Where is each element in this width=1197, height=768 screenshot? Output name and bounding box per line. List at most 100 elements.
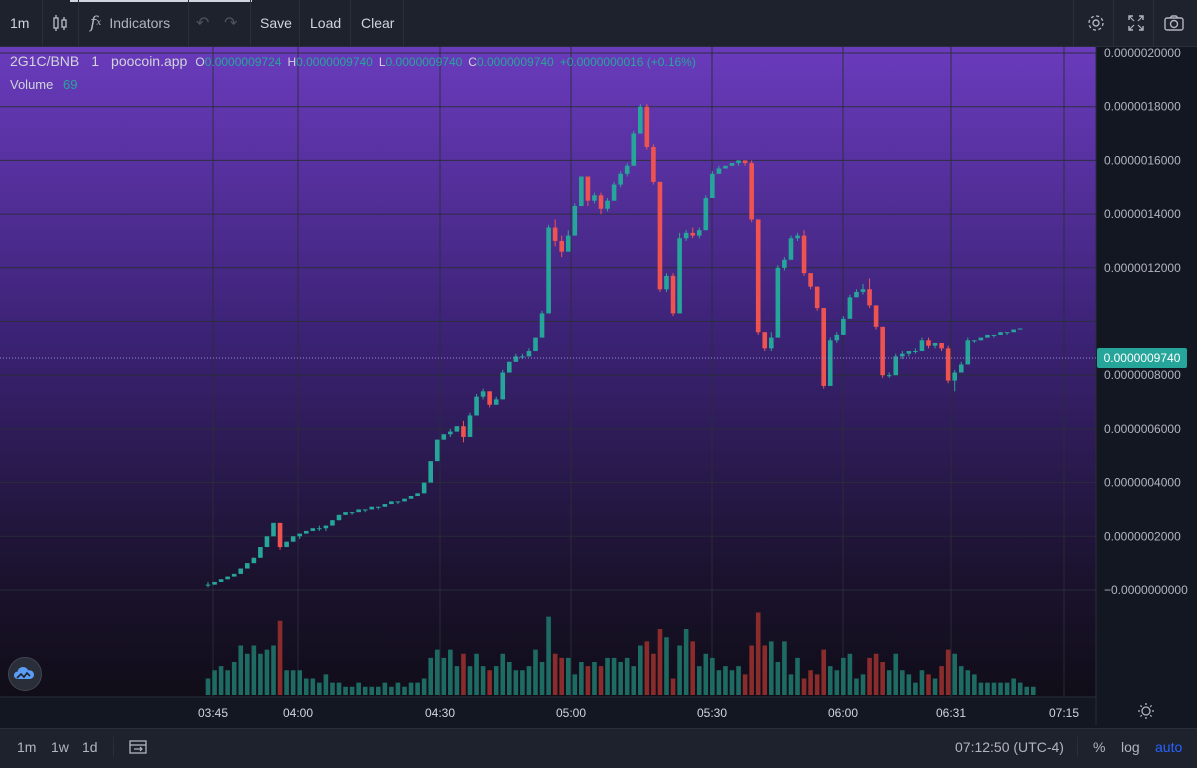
volume-bar	[618, 662, 623, 695]
chart-type-button[interactable]	[50, 0, 70, 46]
ohlc-values: O 0.0000009724 H 0.0000009740 L 0.000000…	[195, 55, 696, 69]
volume-bar	[716, 670, 722, 695]
symbol-name[interactable]: 2G1C/BNB	[10, 53, 79, 69]
volume-bar	[362, 686, 368, 695]
candle	[893, 353, 899, 376]
candle-body	[749, 163, 754, 220]
open-label: O	[195, 55, 205, 69]
clear-button[interactable]: Clear	[361, 0, 394, 46]
candle	[454, 426, 460, 432]
candle-body	[906, 351, 912, 354]
candle-body	[644, 106, 650, 147]
candle	[841, 316, 846, 335]
volume-bar	[539, 662, 545, 695]
candle-body	[238, 568, 244, 574]
candle	[703, 195, 709, 231]
time-tick-label: 03:45	[198, 706, 228, 720]
candle-body	[323, 525, 329, 529]
price-tick-label: 0.0000014000	[1104, 207, 1181, 221]
candle	[572, 203, 578, 236]
price-tick-label: 0.0000016000	[1104, 153, 1181, 167]
candle-body	[860, 289, 866, 292]
time-tick-label: 07:15	[1049, 706, 1079, 720]
fullscreen-button[interactable]	[1126, 0, 1146, 46]
volume-bar	[638, 645, 643, 695]
volume-bar	[356, 682, 361, 695]
price-tick-label: 0.0000018000	[1104, 100, 1181, 114]
price-axis-background	[1096, 47, 1197, 725]
save-button[interactable]: Save	[260, 0, 292, 46]
undo-button[interactable]: ↶	[196, 0, 209, 46]
volume-bar	[212, 670, 217, 695]
volume-bar	[493, 666, 499, 695]
candle-body	[362, 509, 368, 511]
candle	[749, 160, 754, 223]
volume-value: 69	[63, 77, 78, 92]
bottom-toolbar: 1m 1w 1d 07:12:50 (UTC-4) % log auto	[0, 728, 1197, 768]
volume-bar	[729, 670, 735, 695]
candle-body	[939, 342, 944, 349]
volume-bar	[611, 657, 617, 695]
candle-body	[729, 163, 735, 166]
candle	[356, 509, 361, 513]
range-1w-button[interactable]: 1w	[51, 729, 69, 765]
redo-button[interactable]: ↷	[224, 0, 237, 46]
log-toggle[interactable]: log	[1121, 729, 1140, 765]
candle	[290, 536, 296, 542]
screenshot-button[interactable]	[1163, 0, 1185, 46]
candle-body	[945, 348, 951, 381]
candle-body	[572, 206, 578, 236]
candle-body	[952, 372, 957, 381]
candle-body	[356, 509, 361, 513]
range-1w-label: 1w	[51, 739, 69, 755]
range-1d-button[interactable]: 1d	[82, 729, 98, 765]
goto-date-button[interactable]	[128, 729, 148, 765]
indicators-button[interactable]: fx Indicators	[90, 0, 170, 46]
candle-body	[834, 334, 840, 341]
volume-bar	[827, 666, 833, 695]
candle	[729, 163, 735, 166]
toolbar-separator	[299, 0, 300, 46]
candle	[533, 337, 538, 352]
time-tick-label: 06:31	[936, 706, 966, 720]
candle-body	[461, 426, 466, 437]
settings-button[interactable]	[1086, 0, 1106, 46]
candle	[225, 576, 230, 580]
candle-body	[677, 238, 682, 314]
percent-toggle[interactable]: %	[1093, 729, 1105, 765]
candle-body	[343, 512, 348, 515]
candle-body	[212, 581, 217, 585]
candle	[998, 332, 1003, 335]
candle-body	[886, 375, 892, 377]
volume-bar	[349, 686, 355, 695]
tradingview-logo[interactable]	[8, 657, 42, 691]
chart-canvas[interactable]: 0.0000020000 0.0000018000 0.0000016000 0.00…	[0, 46, 1197, 725]
volume-bar	[834, 670, 840, 695]
volume-bar	[821, 649, 826, 695]
volume-bar	[218, 666, 224, 695]
volume-bar	[434, 649, 440, 695]
candle-body	[539, 313, 545, 338]
volume-bar	[598, 666, 604, 695]
candle	[847, 294, 853, 319]
volume-bar	[755, 612, 761, 695]
load-button[interactable]: Load	[310, 0, 341, 46]
load-label: Load	[310, 15, 342, 31]
auto-toggle[interactable]: auto	[1155, 729, 1182, 765]
volume-bar	[382, 682, 388, 695]
candle-body	[552, 227, 558, 241]
range-1m-button[interactable]: 1m	[17, 729, 36, 765]
candle	[677, 232, 682, 314]
current-price-label: 0.0000009740	[1097, 348, 1187, 368]
volume-bar	[546, 616, 551, 695]
candle	[408, 496, 414, 499]
volume-bar	[520, 670, 525, 695]
volume-bar	[605, 657, 610, 695]
candle	[978, 337, 984, 341]
toolbar-separator	[403, 0, 404, 46]
interval-button[interactable]: 1m	[10, 0, 29, 46]
candle-body	[533, 337, 538, 352]
chart-area[interactable]: 0.0000020000 0.0000018000 0.0000016000 0.00…	[0, 46, 1197, 725]
time-tick-label: 05:00	[556, 706, 586, 720]
candle	[428, 461, 433, 483]
